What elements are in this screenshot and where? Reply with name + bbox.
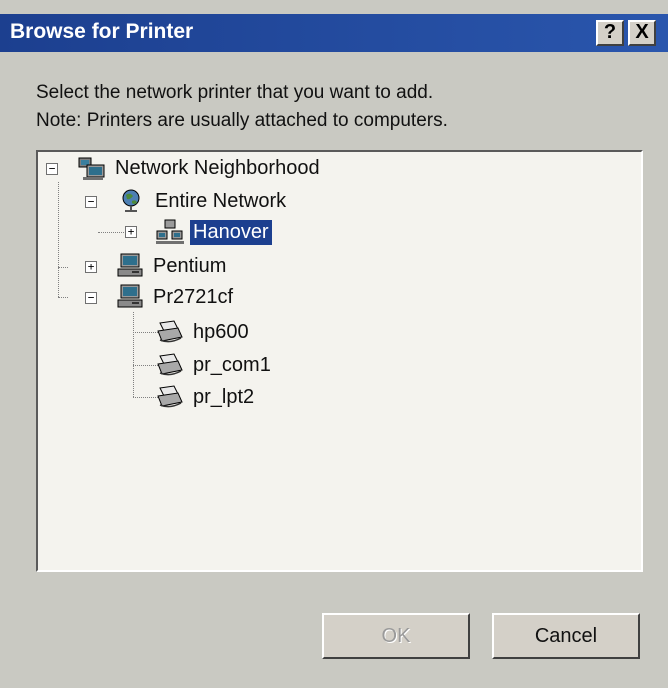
collapse-toggle[interactable]: − [85, 196, 97, 208]
workgroup-icon [156, 219, 184, 244]
tree-node-label: hp600 [193, 320, 249, 343]
printer-icon [157, 320, 183, 343]
tree-connector [133, 312, 134, 397]
collapse-toggle[interactable]: − [46, 163, 58, 175]
tree-connector [58, 267, 68, 268]
printer-icon [157, 385, 183, 408]
close-button[interactable]: X [628, 20, 656, 46]
network-neighborhood-icon [78, 157, 105, 180]
printer-tree-view[interactable]: − Network Neighborhood − Entire Network [36, 150, 643, 572]
tree-node-entire-network[interactable]: Entire Network [118, 187, 289, 215]
browse-for-printer-dialog: Browse for Printer ? X Select the networ… [0, 0, 668, 688]
tree-connector [133, 397, 158, 398]
expand-toggle[interactable]: + [125, 226, 137, 238]
tree-node-pr-lpt2[interactable]: pr_lpt2 [156, 383, 257, 411]
tree-node-pr-com1[interactable]: pr_com1 [156, 351, 274, 379]
tree-connector [58, 297, 68, 298]
tree-node-hp600[interactable]: hp600 [156, 318, 252, 346]
tree-node-label-selected: Hanover [190, 219, 272, 245]
note-text: Note: Printers are usually attached to c… [36, 110, 448, 131]
ok-button[interactable]: OK [322, 613, 470, 659]
tree-node-hanover[interactable]: Hanover [156, 218, 272, 246]
tree-node-network-neighborhood[interactable]: Network Neighborhood [78, 154, 323, 182]
tree-node-label: Entire Network [155, 189, 287, 212]
window-title: Browse for Printer [10, 20, 194, 43]
collapse-toggle[interactable]: − [85, 292, 97, 304]
cancel-button[interactable]: Cancel [492, 613, 640, 659]
help-button[interactable]: ? [596, 20, 624, 46]
globe-icon [122, 189, 140, 212]
tree-connector [133, 332, 158, 333]
computer-icon [117, 284, 143, 308]
computer-icon [117, 253, 143, 277]
tree-node-label: pr_lpt2 [193, 385, 255, 408]
tree-node-label: Pentium [153, 254, 227, 277]
tree-node-label: Network Neighborhood [115, 156, 320, 179]
tree-connector [133, 365, 158, 366]
tree-node-label: pr_com1 [193, 353, 271, 376]
tree-node-pentium[interactable]: Pentium [116, 252, 229, 280]
expand-toggle[interactable]: + [85, 261, 97, 273]
printer-icon [157, 353, 183, 376]
tree-node-pr2721cf[interactable]: Pr2721cf [116, 283, 236, 311]
instruction-text: Select the network printer that you want… [36, 82, 434, 103]
title-bar[interactable]: Browse for Printer ? X [0, 14, 668, 52]
tree-connector [58, 182, 59, 297]
tree-node-label: Pr2721cf [153, 285, 234, 308]
